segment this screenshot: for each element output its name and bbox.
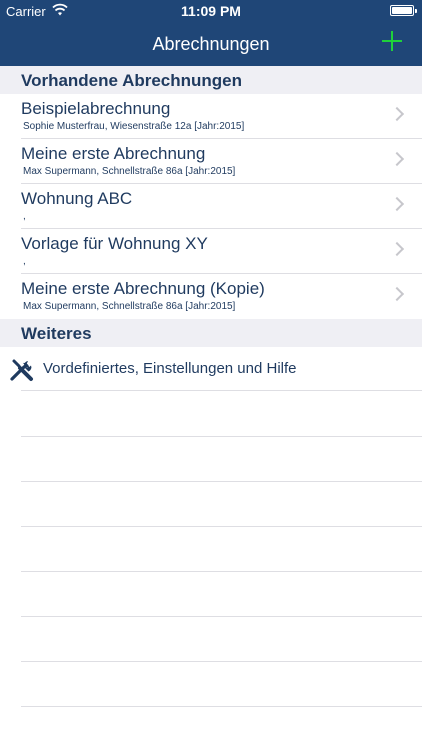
item-title: Wohnung ABC (21, 189, 133, 208)
status-time: 11:09 PM (181, 3, 241, 19)
empty-row-divider (21, 571, 422, 572)
list-item[interactable]: Meine erste Abrechnung Max Supermann, Sc… (0, 139, 422, 184)
battery-icon (390, 5, 417, 16)
chevron-right-icon (389, 106, 405, 122)
item-subtitle: Max Supermann, Schnellstraße 86a [Jahr:2… (23, 166, 236, 177)
item-subtitle: Sophie Musterfrau, Wiesenstraße 12a [Jah… (23, 121, 245, 132)
chevron-right-icon (389, 196, 405, 212)
add-button[interactable] (380, 29, 404, 53)
empty-row-divider (21, 436, 422, 437)
empty-row-divider (21, 526, 422, 527)
list-item[interactable]: Vorlage für Wohnung XY , (0, 229, 422, 274)
empty-row-divider (21, 481, 422, 482)
list-item[interactable]: Beispielabrechnung Sophie Musterfrau, Wi… (0, 94, 422, 139)
chevron-right-icon (389, 151, 405, 167)
section-header-existing: Vorhandene Abrechnungen (0, 66, 422, 94)
list-item[interactable]: Meine erste Abrechnung (Kopie) Max Super… (0, 274, 422, 319)
page-title: Abrechnungen (152, 34, 270, 54)
status-bar: Carrier 11:09 PM (0, 0, 422, 22)
list-item[interactable]: Wohnung ABC , (0, 184, 422, 229)
empty-row-divider (21, 706, 422, 707)
section-header-more: Weiteres (0, 319, 422, 347)
item-title: Vorlage für Wohnung XY (21, 234, 208, 253)
chevron-right-icon (389, 286, 405, 302)
empty-row-divider (21, 616, 422, 617)
item-label: Vordefiniertes, Einstellungen und Hilfe (43, 360, 297, 377)
item-subtitle: , (23, 256, 26, 267)
tools-icon (10, 359, 33, 381)
item-title: Beispielabrechnung (21, 99, 171, 118)
empty-row-divider (21, 661, 422, 662)
row-divider (21, 390, 422, 391)
section-title: Vorhandene Abrechnungen (21, 71, 243, 90)
item-title: Meine erste Abrechnung (Kopie) (21, 279, 265, 298)
item-title: Meine erste Abrechnung (21, 144, 206, 163)
item-subtitle: , (23, 211, 26, 222)
settings-help-item[interactable]: Vordefiniertes, Einstellungen und Hilfe (0, 347, 422, 391)
chevron-right-icon (389, 241, 405, 257)
section-title: Weiteres (21, 324, 92, 343)
nav-bar: Carrier 11:09 PM Abrechnungen (0, 0, 422, 66)
item-subtitle: Max Supermann, Schnellstraße 86a [Jahr:2… (23, 301, 236, 312)
